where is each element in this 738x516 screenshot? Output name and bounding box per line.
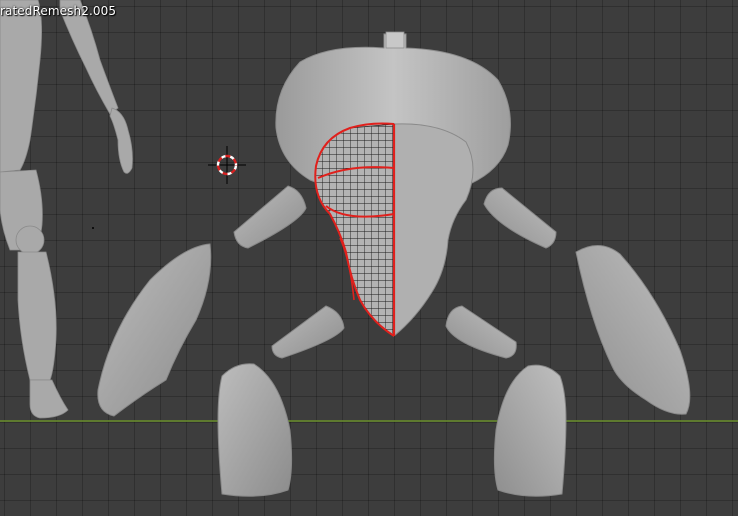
forearm-piece-left[interactable] [97,243,212,417]
pelvis-inner-mesh[interactable] [314,122,474,338]
active-object-name: ratedRemesh2.005 [0,4,117,18]
viewport-scene[interactable] [0,0,738,516]
shin-piece-left[interactable] [217,363,293,497]
upper-arm-piece-left[interactable] [233,185,307,249]
3d-cursor-icon[interactable] [208,146,246,184]
3d-viewport[interactable]: ratedRemesh2.005 [0,0,738,516]
shin-piece-right[interactable] [493,364,567,497]
forearm-piece-right[interactable] [575,245,691,415]
hand-piece-left[interactable] [271,305,345,359]
upper-arm-piece-right[interactable] [483,187,557,249]
hand-piece-right[interactable] [445,305,517,359]
stray-vertex [92,227,94,229]
